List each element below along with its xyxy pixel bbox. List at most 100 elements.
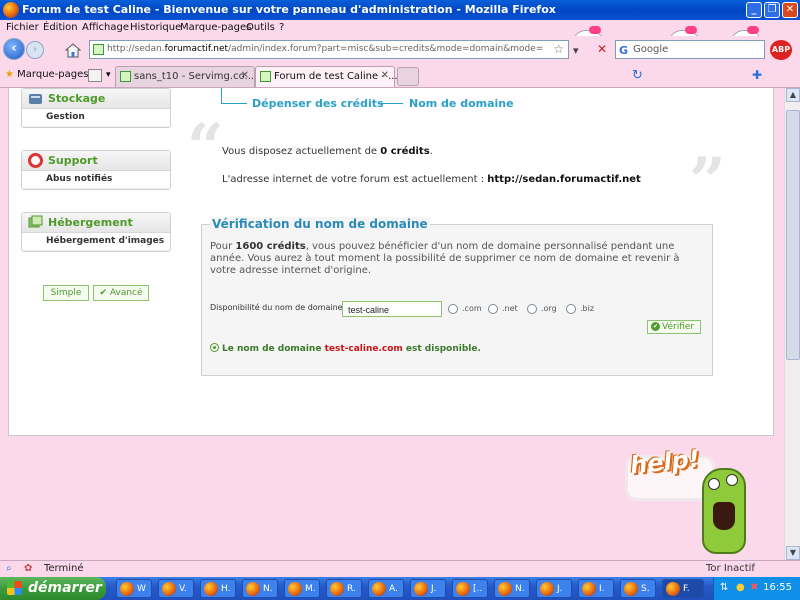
desc-prefix: Pour bbox=[210, 241, 236, 252]
tray-icon[interactable]: ✖ bbox=[750, 582, 758, 593]
search-input[interactable]: Google bbox=[633, 44, 668, 55]
bookmarks-menu[interactable]: ★ Marque-pages bbox=[5, 69, 88, 80]
taskbar-item[interactable]: J. bbox=[410, 579, 446, 598]
result-radio-icon[interactable] bbox=[210, 343, 219, 352]
taskbar-item[interactable]: N. bbox=[242, 579, 278, 598]
sidebar-item-gestion[interactable]: Gestion bbox=[22, 109, 170, 127]
menu-edition[interactable]: Édition bbox=[43, 22, 78, 33]
tab-favicon bbox=[120, 71, 131, 82]
adblock-icon[interactable]: ABP bbox=[770, 40, 792, 60]
taskbar-item[interactable]: J. bbox=[536, 579, 572, 598]
menu-historique[interactable]: Historique bbox=[130, 22, 181, 33]
navigation-toolbar: ‹ › http://sedan.forumactif.net/admin/in… bbox=[0, 36, 800, 64]
clock: 16:55 bbox=[763, 582, 792, 593]
url-path: /admin/index.forum?part=misc&sub=credits… bbox=[228, 44, 543, 54]
result-suffix: est disponible. bbox=[402, 344, 481, 354]
toolbar-icon[interactable]: ✚ bbox=[752, 68, 762, 82]
back-button[interactable]: ‹ bbox=[3, 38, 25, 60]
taskbar-item[interactable]: [.. bbox=[452, 579, 488, 598]
taskbar-item[interactable]: N. bbox=[494, 579, 530, 598]
address-value: http://sedan.forumactif.net bbox=[487, 174, 641, 185]
radio-org-label: .org bbox=[541, 304, 557, 313]
taskbar-item[interactable]: W bbox=[116, 579, 152, 598]
sidebar-heading-text: Support bbox=[48, 154, 98, 167]
menu-help[interactable]: ? bbox=[279, 22, 284, 33]
taskbar-item[interactable]: R. bbox=[326, 579, 362, 598]
new-tab-button[interactable] bbox=[397, 67, 419, 86]
vertical-scrollbar[interactable]: ▲ ▼ bbox=[784, 88, 800, 560]
credits-suffix: . bbox=[429, 146, 433, 157]
result-domain: test-caline.com bbox=[324, 344, 403, 354]
menu-affichage[interactable]: Affichage bbox=[82, 22, 129, 33]
menu-fichier[interactable]: Fichier bbox=[6, 22, 39, 33]
verification-title: Vérification du nom de domaine bbox=[210, 217, 430, 231]
sidebar-heading: Hébergement bbox=[22, 213, 170, 233]
url-prefix: http://sedan. bbox=[107, 44, 165, 54]
taskbar-item-active[interactable]: F. bbox=[662, 579, 704, 598]
radio-biz[interactable] bbox=[566, 304, 576, 314]
sidebar-box-support: Support Abus notifiés bbox=[21, 150, 171, 190]
tab-dropdown-icon[interactable]: ▾ bbox=[106, 70, 111, 80]
close-tab-icon[interactable]: ✕ bbox=[241, 70, 249, 81]
storage-icon bbox=[29, 94, 42, 104]
home-icon[interactable] bbox=[64, 41, 82, 59]
credits-prefix: Vous disposez actuellement de bbox=[222, 146, 381, 157]
search-box[interactable]: G Google bbox=[615, 40, 765, 59]
url-host: forumactif.net bbox=[164, 44, 229, 54]
scroll-down-arrow[interactable]: ▼ bbox=[786, 546, 800, 560]
scroll-up-arrow[interactable]: ▲ bbox=[786, 88, 800, 102]
forward-button[interactable]: › bbox=[26, 41, 44, 59]
tor-status[interactable]: Tor Inactif bbox=[706, 563, 755, 574]
search-icon: ⌕ bbox=[6, 563, 12, 574]
availability-result: Le nom de domaine test-caline.com est di… bbox=[210, 343, 481, 354]
breadcrumb-step-credits[interactable]: Dépenser des crédits bbox=[252, 97, 384, 110]
menu-outils[interactable]: Outils bbox=[246, 22, 275, 33]
radio-net-label: .net bbox=[502, 304, 518, 313]
tray-icon[interactable]: ● bbox=[736, 582, 745, 593]
taskbar-item[interactable]: M. bbox=[284, 579, 320, 598]
dropdown-arrow-icon[interactable]: ▾ bbox=[573, 44, 579, 57]
simple-mode-button[interactable]: Simple bbox=[43, 285, 89, 301]
windows-taskbar: démarrer W V. H. N. M. R. A. J. [.. N. J… bbox=[0, 577, 800, 600]
close-window-button[interactable]: ✕ bbox=[782, 2, 798, 18]
start-button[interactable]: démarrer bbox=[0, 577, 106, 600]
open-quote-decoration: “ bbox=[187, 110, 224, 185]
minimize-button[interactable]: _ bbox=[746, 2, 762, 18]
taskbar-item[interactable]: S. bbox=[620, 579, 656, 598]
credits-amount: 0 crédits bbox=[380, 146, 430, 157]
sidebar-item-hebergement-images[interactable]: Hébergement d'images bbox=[22, 233, 170, 251]
stop-icon[interactable]: ✕ bbox=[597, 42, 607, 56]
maximize-button[interactable]: ❐ bbox=[764, 2, 780, 18]
radio-net[interactable] bbox=[488, 304, 498, 314]
taskbar-item[interactable]: A. bbox=[368, 579, 404, 598]
radio-com[interactable] bbox=[448, 304, 458, 314]
taskbar-item[interactable]: V. bbox=[158, 579, 194, 598]
advanced-mode-button[interactable]: ✔ Avancé bbox=[93, 285, 149, 301]
tab-forum[interactable]: Forum de test Caline - ... ✕ bbox=[255, 66, 398, 87]
sidebar-item-abus[interactable]: Abus notifiés bbox=[22, 171, 170, 189]
sidebar-heading-text: Hébergement bbox=[48, 216, 133, 229]
verification-description: Pour 1600 crédits, vous pouvez bénéficie… bbox=[210, 241, 704, 277]
domain-name-input[interactable] bbox=[342, 301, 442, 317]
star-icon: ★ bbox=[5, 69, 14, 80]
taskbar-item[interactable]: I. bbox=[578, 579, 614, 598]
help-monster-icon[interactable] bbox=[702, 468, 746, 554]
reload-icon[interactable]: ↻ bbox=[632, 68, 643, 83]
desc-credits: 1600 crédits bbox=[235, 241, 306, 252]
tab-list-icon[interactable] bbox=[88, 69, 102, 82]
radio-org[interactable] bbox=[527, 304, 537, 314]
menu-marque-pages[interactable]: Marque-pages bbox=[180, 22, 251, 33]
breadcrumb-arrow bbox=[379, 103, 403, 104]
tab-servimg[interactable]: sans_t10 - Servimg.co... ✕ bbox=[115, 66, 255, 87]
extension-icon: ✿ bbox=[24, 563, 33, 574]
taskbar-item[interactable]: H. bbox=[200, 579, 236, 598]
start-label: démarrer bbox=[28, 580, 102, 596]
google-icon: G bbox=[619, 44, 629, 57]
bookmark-star-icon[interactable]: ☆ bbox=[553, 42, 564, 56]
close-tab-icon[interactable]: ✕ bbox=[381, 70, 389, 81]
tray-network-icon[interactable]: ⇅ bbox=[720, 582, 728, 593]
close-quote-decoration: ” bbox=[689, 144, 726, 219]
scroll-thumb[interactable] bbox=[786, 110, 800, 360]
address-bar[interactable]: http://sedan.forumactif.net/admin/index.… bbox=[89, 40, 569, 59]
verify-button[interactable]: ✔ Vérifier bbox=[647, 320, 701, 334]
